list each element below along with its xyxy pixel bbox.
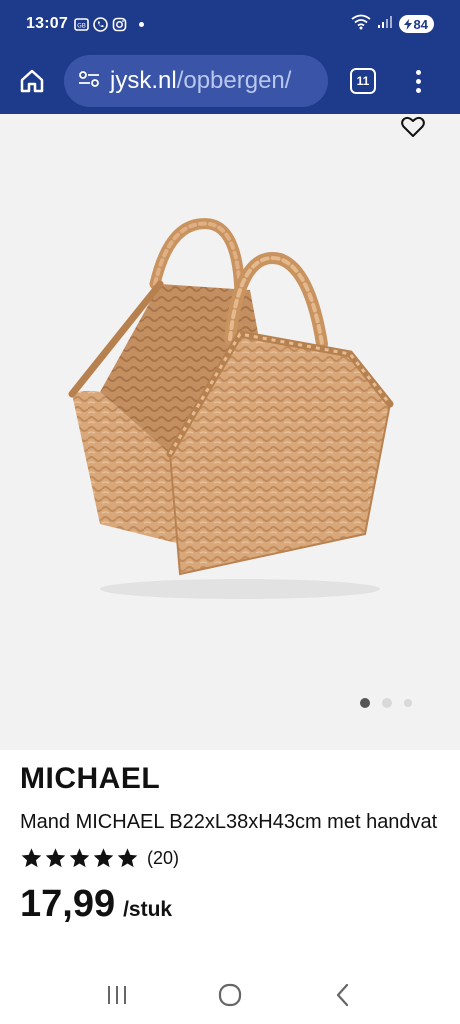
- back-button[interactable]: [328, 980, 358, 1010]
- carousel-dots[interactable]: [360, 698, 412, 708]
- instagram-icon: [112, 17, 127, 32]
- url-text[interactable]: jysk.nl/opbergen/: [110, 67, 291, 95]
- battery-indicator: 84: [398, 15, 434, 33]
- status-notification-icons: GB: [74, 16, 127, 32]
- battery-level: 84: [413, 16, 428, 32]
- product-description: Mand MICHAEL B22xL38xH43cm met handvat: [20, 811, 438, 833]
- star-icon: [117, 848, 138, 868]
- signal-icon: [377, 15, 393, 34]
- status-left: 13:07 GB: [26, 15, 144, 33]
- wifi-icon: [350, 14, 371, 35]
- browser-toolbar: jysk.nl/opbergen/ 11: [0, 48, 460, 114]
- status-bar: 13:07 GB 84: [0, 0, 460, 48]
- status-right: 84: [350, 14, 434, 35]
- url-domain: jysk.nl: [110, 67, 177, 94]
- product-image: [68, 218, 394, 599]
- star-icon: [69, 848, 90, 868]
- product-image-carousel[interactable]: [0, 114, 460, 750]
- more-menu-icon[interactable]: [406, 63, 430, 99]
- status-time: 13:07: [26, 15, 68, 32]
- gallery-icon: GB: [74, 17, 89, 32]
- price-row: 17,99 /stuk: [20, 883, 440, 926]
- star-icon: [45, 848, 66, 868]
- recent-apps-button[interactable]: [102, 980, 132, 1010]
- rating-stars: [20, 847, 139, 869]
- home-nav-button[interactable]: [215, 980, 245, 1010]
- system-navigation-bar: [0, 966, 460, 1024]
- carousel-dot[interactable]: [382, 698, 392, 708]
- site-settings-icon[interactable]: [78, 70, 100, 93]
- star-icon: [21, 848, 42, 868]
- svg-text:GB: GB: [77, 22, 86, 29]
- price-value: 17,99: [20, 883, 116, 925]
- recent-apps-icon: [107, 986, 126, 1004]
- carousel-dot[interactable]: [360, 698, 370, 708]
- rating-count[interactable]: (20): [147, 848, 179, 869]
- back-icon: [337, 983, 349, 1007]
- charging-bolt-icon: [403, 18, 412, 30]
- phone-icon: [93, 16, 108, 32]
- tab-switcher-button[interactable]: 11: [350, 68, 376, 94]
- url-path: /opbergen/: [176, 67, 292, 94]
- wishlist-heart-icon[interactable]: [400, 114, 426, 140]
- home-circle-icon: [218, 983, 242, 1007]
- rating-row[interactable]: (20): [20, 847, 440, 869]
- product-title: MICHAEL: [20, 762, 161, 795]
- price-unit: /stuk: [123, 898, 173, 921]
- product-info: MICHAEL Mand MICHAEL B22xL38xH43cm met h…: [20, 762, 440, 926]
- address-bar[interactable]: jysk.nl/opbergen/: [64, 55, 328, 107]
- star-icon: [93, 848, 114, 868]
- notification-dot-icon: [138, 21, 144, 27]
- carousel-dot[interactable]: [404, 699, 412, 707]
- home-button[interactable]: [14, 63, 50, 99]
- home-icon: [20, 69, 44, 93]
